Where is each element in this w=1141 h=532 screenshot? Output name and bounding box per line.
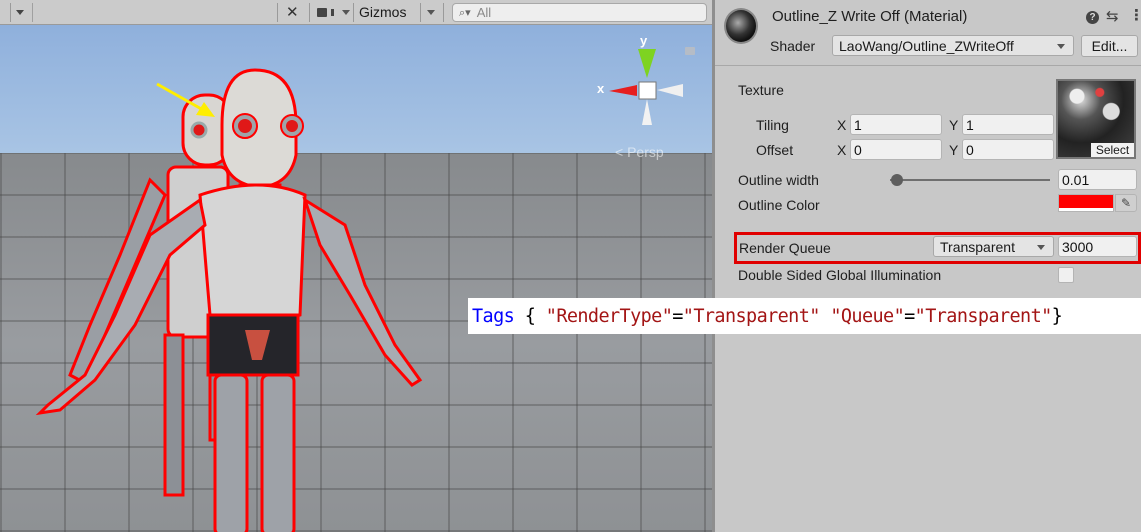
select-label: Select	[1095, 143, 1130, 157]
shader-tags-code-snippet: Tags { "RenderType" = "Transparent" "Queue…	[468, 298, 1141, 334]
texture-select-button[interactable]: Select	[1091, 143, 1134, 157]
material-title: Outline_Z Write Off (Material)	[772, 8, 968, 25]
code-open-brace: {	[514, 305, 546, 327]
render-queue-value: 3000	[1062, 238, 1094, 255]
chevron-down-icon	[342, 9, 350, 15]
gizmo-neg-z-cone	[642, 99, 652, 125]
tiling-x-value: 1	[854, 116, 862, 133]
slider-track	[890, 179, 1050, 181]
scene-viewport[interactable]: y x < Persp	[0, 25, 712, 532]
tiling-y-input[interactable]: 1	[962, 114, 1054, 135]
render-queue-label: Render Queue	[739, 240, 831, 256]
lock-icon[interactable]	[685, 47, 695, 55]
offset-y-value: 0	[966, 141, 974, 158]
gizmos-label: Gizmos	[359, 4, 407, 20]
wrench-cross-icon: ✕	[286, 4, 299, 21]
slider-thumb[interactable]	[891, 174, 904, 186]
offset-x-input[interactable]: 0	[850, 139, 942, 160]
front-robot	[35, 68, 423, 532]
code-close-brace: }	[1051, 305, 1063, 327]
color-fill	[1059, 195, 1113, 208]
double-sided-gi-label: Double Sided Global Illumination	[738, 267, 942, 283]
scene-toolbar: ✕ Gizmos ⌕▾ All	[0, 0, 712, 25]
tiling-y-value: 1	[966, 116, 974, 133]
offset-y-label: Y	[949, 142, 959, 158]
edit-shader-button[interactable]: Edit...	[1081, 35, 1138, 57]
scene-view: y x < Persp ✕ Gizmos ⌕▾ All	[0, 0, 712, 532]
gizmo-neg-x-cone	[657, 84, 683, 97]
outline-width-value: 0.01	[1062, 171, 1090, 188]
chevron-down-icon	[427, 9, 435, 15]
double-sided-gi-checkbox[interactable]	[1058, 267, 1074, 283]
orientation-gizmo[interactable]: y x < Persp	[595, 33, 695, 163]
camera-dropdown[interactable]	[317, 0, 350, 24]
code-value-queue: "Transparent"	[914, 305, 1053, 327]
preset-sliders-icon[interactable]: ⇆	[1106, 7, 1119, 25]
scene-search-input[interactable]: ⌕▾ All	[452, 3, 707, 22]
material-preview-icon	[724, 8, 758, 44]
outline-width-slider[interactable]	[890, 172, 1050, 188]
tiling-x-input[interactable]: 1	[850, 114, 942, 135]
shader-dropdown[interactable]: LaoWang/Outline_ZWriteOff	[832, 35, 1074, 56]
shader-value: LaoWang/Outline_ZWriteOff	[839, 37, 1014, 54]
gizmos-dropdown[interactable]	[427, 0, 435, 24]
offset-x-label: X	[837, 142, 847, 158]
offset-x-value: 0	[854, 141, 862, 158]
search-icon: ⌕▾	[459, 6, 471, 19]
offset-y-input[interactable]: 0	[962, 139, 1054, 160]
gizmos-button[interactable]: Gizmos	[359, 0, 406, 24]
projection-label[interactable]: < Persp	[615, 144, 664, 160]
tools-button[interactable]: ✕	[286, 0, 299, 24]
shader-label: Shader	[770, 38, 816, 54]
code-key-queue: "Queue"	[830, 305, 905, 327]
render-queue-mode: Transparent	[940, 238, 1015, 255]
outline-color-swatch[interactable]	[1058, 194, 1114, 212]
view-options-dropdown[interactable]	[16, 0, 24, 24]
code-equals: =	[672, 305, 683, 327]
material-inspector: Outline_Z Write Off (Material) ? ⇆ ⋮ Sha…	[712, 0, 1141, 532]
edit-label: Edit...	[1091, 38, 1128, 54]
tiling-label: Tiling	[756, 117, 789, 133]
camera-icon	[317, 7, 327, 17]
texture-slot[interactable]: Select	[1056, 79, 1136, 159]
gizmo-axes-icon[interactable]	[595, 33, 695, 133]
code-equals: =	[904, 305, 915, 327]
tiling-x-label: X	[837, 117, 847, 133]
eyedropper-button[interactable]: ✎	[1115, 194, 1137, 212]
search-placeholder: All	[476, 5, 492, 20]
outline-width-input[interactable]: 0.01	[1058, 169, 1137, 190]
more-menu-icon[interactable]: ⋮	[1129, 6, 1141, 24]
chevron-down-icon	[1037, 245, 1045, 250]
gizmo-center-cube	[638, 81, 657, 100]
eyedropper-icon: ✎	[1120, 196, 1132, 210]
header-divider	[715, 65, 1141, 66]
code-keyword: Tags	[472, 305, 515, 327]
render-queue-input[interactable]: 3000	[1058, 236, 1137, 257]
gizmo-x-cone	[609, 85, 637, 96]
unity-editor: y x < Persp ✕ Gizmos ⌕▾ All Outline_Z Wr…	[0, 0, 1141, 532]
outline-color-label: Outline Color	[738, 197, 820, 213]
code-value-rendertype: "Transparent"	[682, 305, 821, 327]
gizmo-y-cone	[638, 49, 656, 78]
offset-label: Offset	[756, 142, 794, 158]
code-key-rendertype: "RenderType"	[545, 305, 673, 327]
tiling-y-label: Y	[949, 117, 959, 133]
chevron-down-icon	[1057, 44, 1065, 49]
help-icon[interactable]: ?	[1086, 11, 1099, 24]
render-queue-dropdown[interactable]: Transparent	[933, 236, 1054, 257]
outline-width-label: Outline width	[738, 172, 819, 188]
texture-label: Texture	[738, 82, 784, 98]
